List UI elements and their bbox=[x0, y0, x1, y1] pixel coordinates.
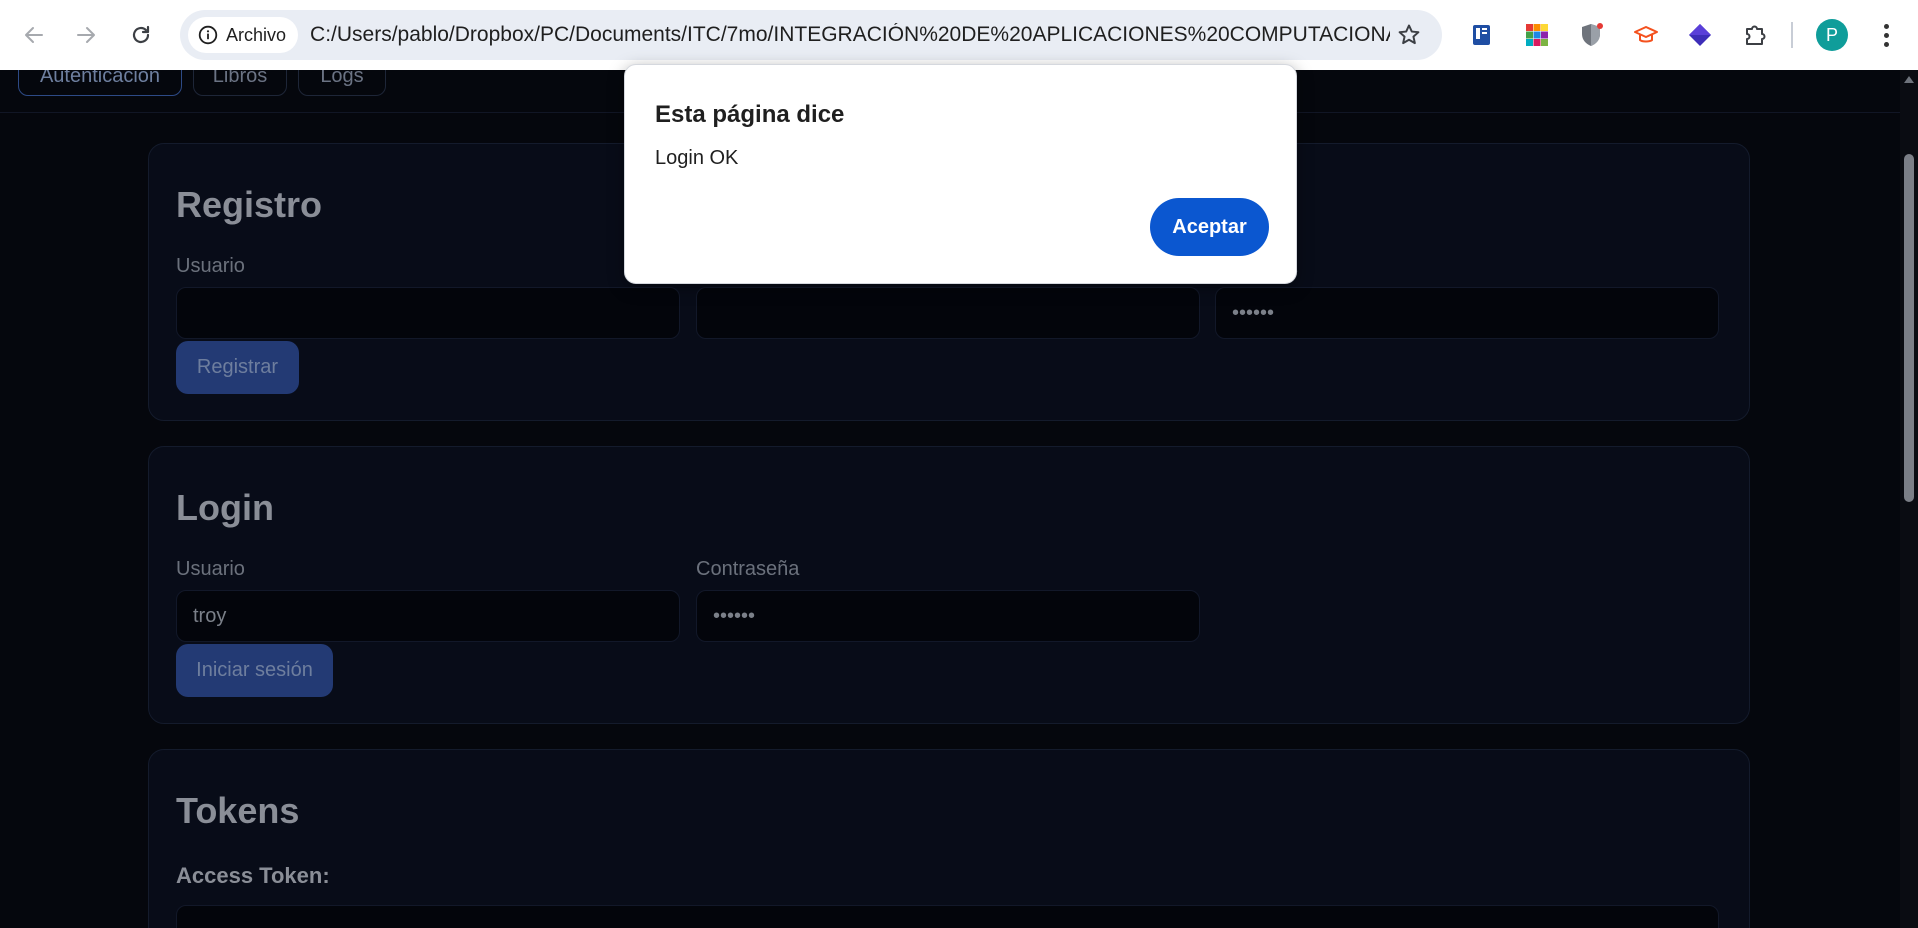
browser-toolbar: Archivo C:/Users/pablo/Dropbox/PC/Docume… bbox=[0, 0, 1918, 70]
book-extension-icon bbox=[1473, 25, 1490, 45]
registro-password-input[interactable]: •••••• bbox=[1215, 287, 1719, 339]
star-icon bbox=[1398, 24, 1420, 45]
reload-icon bbox=[132, 25, 150, 44]
info-icon bbox=[198, 25, 218, 45]
diamond-icon bbox=[1689, 24, 1711, 46]
reload-button[interactable] bbox=[121, 15, 161, 55]
registro-user-label: Usuario bbox=[176, 255, 245, 277]
puzzle-icon bbox=[1746, 25, 1766, 45]
address-bar[interactable]: Archivo C:/Users/pablo/Dropbox/PC/Docume… bbox=[180, 10, 1442, 60]
arrow-left-icon bbox=[25, 27, 43, 43]
extension-grid-button[interactable] bbox=[1519, 17, 1555, 53]
graduation-cap-icon bbox=[1634, 26, 1658, 43]
access-token-label: Access Token: bbox=[176, 863, 330, 888]
forward-button[interactable] bbox=[66, 15, 106, 55]
access-token-field[interactable] bbox=[176, 905, 1719, 928]
registrar-button[interactable]: Registrar bbox=[176, 341, 299, 394]
alert-dialog: Esta página dice Login OK Aceptar bbox=[624, 64, 1297, 284]
url-text[interactable]: C:/Users/pablo/Dropbox/PC/Documents/ITC/… bbox=[310, 23, 1390, 47]
login-password-label: Contraseña bbox=[696, 558, 800, 580]
tab-autenticacion[interactable]: Autenticación bbox=[18, 70, 182, 96]
scroll-up-arrow-icon[interactable] bbox=[1904, 76, 1914, 83]
tokens-title: Tokens bbox=[176, 790, 300, 831]
site-chip-label: Archivo bbox=[226, 24, 287, 45]
tab-logs[interactable]: Logs bbox=[298, 70, 386, 96]
arrow-right-icon bbox=[77, 27, 95, 43]
browser-menu-button[interactable] bbox=[1874, 17, 1898, 53]
extension-diamond-button[interactable] bbox=[1682, 17, 1718, 53]
registro-user-input[interactable] bbox=[176, 287, 680, 339]
login-title: Login bbox=[176, 487, 274, 528]
dialog-title: Esta página dice bbox=[655, 101, 845, 128]
extension-graduation-button[interactable] bbox=[1628, 17, 1664, 53]
extension-shield-button[interactable] bbox=[1574, 17, 1610, 53]
extensions-menu-button[interactable] bbox=[1737, 17, 1773, 53]
profile-avatar[interactable]: P bbox=[1816, 19, 1848, 51]
iniciar-sesion-button[interactable]: Iniciar sesión bbox=[176, 644, 333, 697]
login-password-input[interactable]: •••••• bbox=[696, 590, 1200, 642]
tokens-card: Tokens Access Token: bbox=[148, 749, 1750, 928]
login-card: Login Usuario Contraseña troy •••••• Ini… bbox=[148, 446, 1750, 724]
back-button[interactable] bbox=[14, 15, 54, 55]
registro-email-input[interactable] bbox=[696, 287, 1200, 339]
dialog-accept-button[interactable]: Aceptar bbox=[1150, 198, 1269, 256]
bookmark-star-button[interactable] bbox=[1396, 22, 1422, 53]
login-user-label: Usuario bbox=[176, 558, 245, 580]
color-grid-icon bbox=[1526, 24, 1548, 46]
page-scrollbar[interactable] bbox=[1900, 70, 1918, 928]
toolbar-separator bbox=[1791, 22, 1793, 48]
shield-icon bbox=[1582, 23, 1603, 46]
tab-libros[interactable]: Libros bbox=[193, 70, 287, 96]
registro-title: Registro bbox=[176, 184, 323, 225]
site-info-chip[interactable]: Archivo bbox=[188, 17, 299, 53]
scroll-thumb[interactable] bbox=[1904, 154, 1914, 502]
extension-reader-button[interactable] bbox=[1464, 17, 1500, 53]
dialog-message: Login OK bbox=[655, 147, 739, 169]
login-user-input[interactable]: troy bbox=[176, 590, 680, 642]
